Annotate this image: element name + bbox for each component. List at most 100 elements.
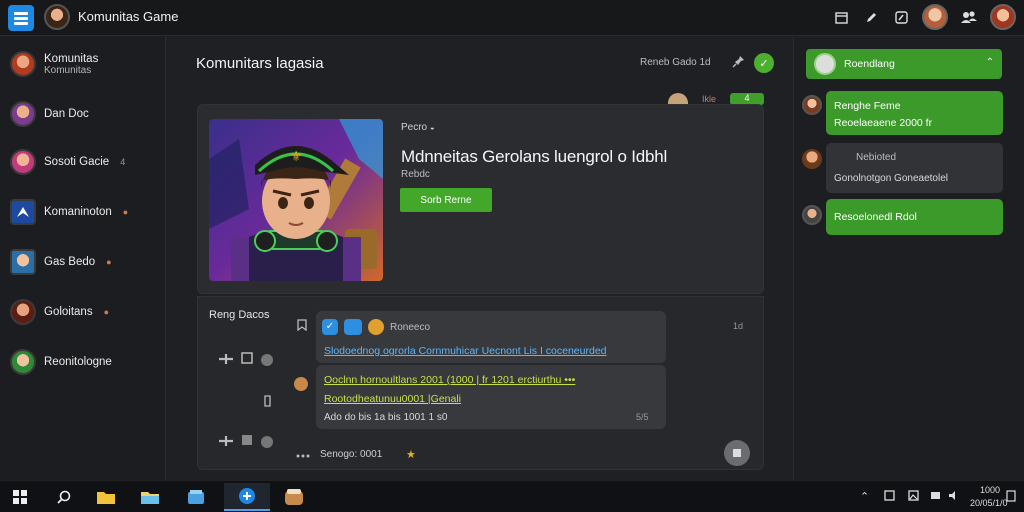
sidebar-item-label: Gas Bedo <box>44 256 96 268</box>
chat-section-label: Reng Dacos <box>209 309 270 321</box>
chevron-icon[interactable]: ⌃ <box>986 57 994 68</box>
sidebar-item-komunitas[interactable]: Komunitas Komunitas <box>10 51 98 77</box>
sidebar-item-badge: ● <box>106 257 112 267</box>
avatar <box>10 101 36 127</box>
sidebar-item-badge: ● <box>122 207 129 217</box>
game-icon[interactable] <box>218 353 234 368</box>
network-icon[interactable] <box>884 490 895 504</box>
sidebar-item-goloitans[interactable]: Goloitans ● <box>10 299 109 325</box>
profile-avatar[interactable] <box>990 4 1016 30</box>
featured-label: Pecro ◒ <box>401 122 435 133</box>
sidebar-item-dan-doc[interactable]: Dan Doc <box>10 101 89 127</box>
chat-message[interactable]: Ooclnn hornoultlans 2001 (1000 | fr 1201… <box>316 365 666 429</box>
avatar <box>814 53 836 75</box>
edit-icon[interactable] <box>892 8 910 26</box>
mini-status-text: Ikle <box>702 94 717 104</box>
message-text-line-3: Ado do bis 1a bis 1001 1 s0 <box>324 412 448 423</box>
avatar <box>10 299 36 325</box>
sidebar-item-label: Dan Doc <box>44 108 89 120</box>
game-icon-2[interactable] <box>218 435 234 450</box>
right-chat-bubble[interactable]: Resoelonedl Rdol <box>826 199 1003 235</box>
title-bar: Komunitas Game <box>0 0 1024 36</box>
sidebar-item-label: Komaninoton <box>44 206 112 218</box>
message-text-line-1[interactable]: Ooclnn hornoultlans 2001 (1000 | fr 1201… <box>324 374 575 386</box>
sidebar-item-badge: 4 <box>120 157 126 167</box>
composer-input[interactable]: Senogo: 0001 <box>320 449 382 460</box>
sidebar-item-label: Sosoti Gacie <box>44 156 110 168</box>
pin-icon[interactable] <box>732 55 746 69</box>
clock-date: 20/05/1/0 <box>970 498 1008 508</box>
right-panel-header[interactable]: Roendlang ⌃ <box>806 49 1002 79</box>
avatar <box>802 205 822 225</box>
contact-avatar[interactable] <box>922 4 948 30</box>
window-title: Komunitas Game <box>78 9 179 24</box>
check-icon[interactable]: ✓ <box>754 53 774 73</box>
game-app-icon[interactable] <box>224 483 270 511</box>
avatar <box>10 249 36 275</box>
chat-message[interactable]: ✓ Roneeco Slodoednog ogrorla Cornmuhicar… <box>316 311 666 363</box>
system-clock[interactable]: 1000 20/05/1/0 <box>970 484 1008 510</box>
message-author: Roneeco <box>390 322 431 333</box>
sidebar-item-gas-bedo[interactable]: Gas Bedo ● <box>10 249 112 275</box>
user-avatar[interactable] <box>44 4 70 30</box>
author-avatar <box>294 377 308 391</box>
users-icon[interactable] <box>960 8 978 26</box>
bubble-line-2: Reoelaeaene 2000 fr <box>834 117 933 129</box>
document-icon[interactable] <box>240 351 254 368</box>
avatar <box>10 349 36 375</box>
featured-subtitle: Rebdc <box>401 169 430 180</box>
display-icon[interactable] <box>930 490 941 504</box>
sidebar-item-sosoti-gacie[interactable]: Sosoti Gacie 4 <box>10 149 125 175</box>
right-chat-bubble[interactable]: Nebioted Gonolnotgon Goneaetolel <box>826 143 1003 193</box>
message-time: 1d <box>733 321 744 331</box>
featured-game-image[interactable]: ⚜ <box>209 119 383 281</box>
notification-icon[interactable] <box>1006 490 1016 505</box>
sidebar-item-sublabel: Komunitas <box>44 64 92 76</box>
image-icon[interactable] <box>908 490 919 504</box>
document-icon-2[interactable] <box>240 433 254 450</box>
bubble-line-2: Gonolnotgon Goneaetolel <box>834 173 948 184</box>
app-window: Komunitas Game Komunitas Komunitas Dan D… <box>0 0 1024 480</box>
file-explorer-icon[interactable] <box>94 485 118 509</box>
sidebar: Komunitas Komunitas Dan Doc Sosoti Gacie… <box>0 37 166 480</box>
play-button[interactable]: Sorb Rerne <box>400 188 492 212</box>
page-meta: Reneb Gado 1d <box>640 57 711 68</box>
message-text[interactable]: Slodoednog ogrorla Cornmuhicar Uecnont L… <box>324 345 607 357</box>
right-chat-bubble[interactable]: Renghe Feme Reoelaeaene 2000 fr <box>826 91 1003 135</box>
featured-label-text: Pecro <box>401 122 428 133</box>
search-icon[interactable] <box>52 485 76 509</box>
controller-icon <box>344 319 362 335</box>
dropdown-icon[interactable]: ◒ <box>430 123 435 132</box>
coffee-app-icon[interactable] <box>280 485 308 509</box>
avatar <box>10 51 36 77</box>
more-icon[interactable] <box>296 451 310 462</box>
folder-icon[interactable] <box>138 485 162 509</box>
send-button[interactable] <box>724 440 750 466</box>
star-icon[interactable]: ★ <box>406 448 416 461</box>
verified-icon: ✓ <box>322 319 338 335</box>
windows-start-icon[interactable] <box>8 485 32 509</box>
volume-icon[interactable] <box>948 490 959 504</box>
pen-icon[interactable] <box>862 8 880 26</box>
right-panel-title: Roendlang <box>844 58 895 70</box>
sidebar-item-reonitologne[interactable]: Reonitologne <box>10 349 112 375</box>
sidebar-item-label: Komunitas <box>44 52 99 65</box>
avatar <box>10 149 36 175</box>
bubble-line-1: Renghe Feme <box>834 100 901 112</box>
bubble-line-1: Resoelonedl Rdol <box>834 211 917 223</box>
attach-icon[interactable] <box>262 395 272 410</box>
page-title: Komunitars lagasia <box>196 55 324 72</box>
sidebar-item-komaninoton[interactable]: Komaninoton ● <box>10 199 128 225</box>
message-text-line-2[interactable]: Rootodheatunuu0001 |Genali <box>324 393 461 405</box>
emoji-icon-2[interactable] <box>260 435 274 452</box>
emoji-icon[interactable] <box>260 353 274 370</box>
avatar <box>802 149 822 169</box>
calendar-icon[interactable] <box>832 8 850 26</box>
app-logo-icon[interactable] <box>8 5 34 31</box>
chevron-up-icon[interactable]: ⌃ <box>860 490 869 503</box>
sidebar-item-label: Reonitologne <box>44 356 112 368</box>
chat-section: Reng Dacos ✓ Roneeco Slodoednog ogrorla … <box>197 296 764 470</box>
right-panel: Roendlang ⌃ Renghe Feme Reoelaeaene 2000… <box>793 37 1024 480</box>
store-icon[interactable] <box>184 485 208 509</box>
bookmark-icon[interactable] <box>296 319 308 334</box>
